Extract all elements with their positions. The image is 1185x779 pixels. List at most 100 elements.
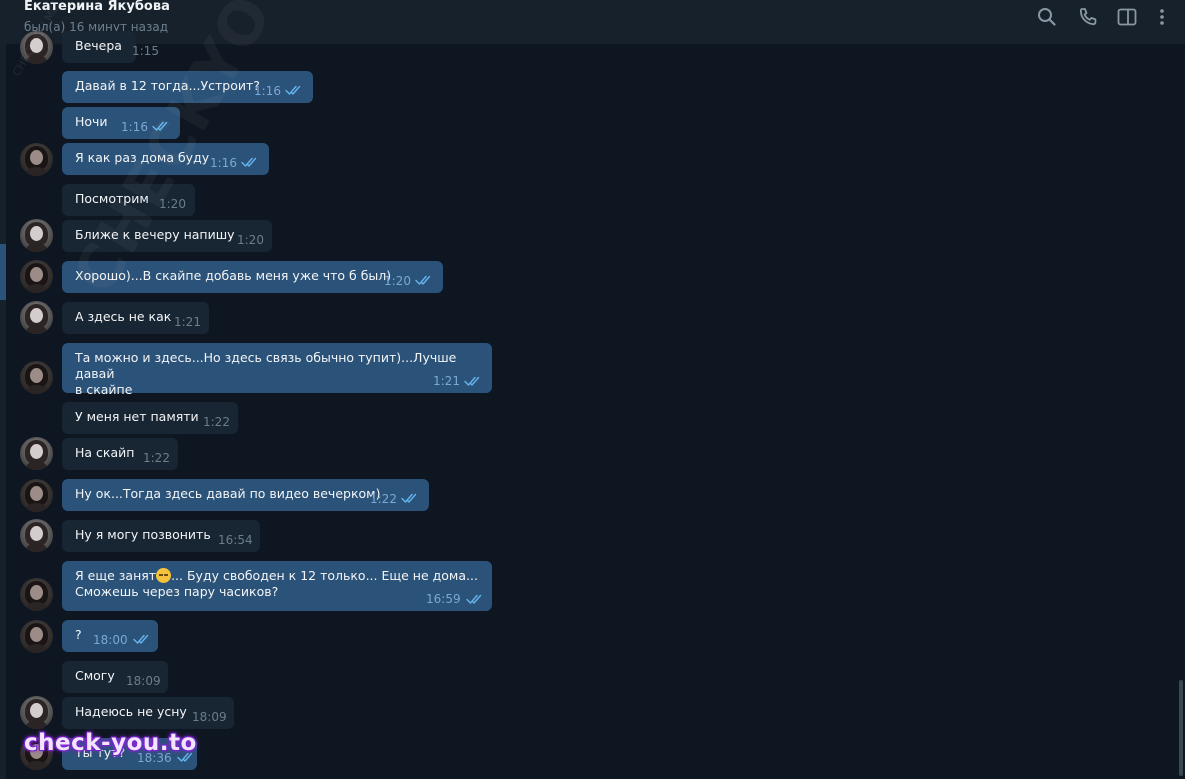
scrollbar-thumb[interactable] — [1179, 680, 1183, 776]
kebab-menu-icon — [1160, 9, 1164, 25]
outgoing-message-bubble[interactable]: Та можно и здесь...Но здесь связь обычно… — [62, 343, 492, 397]
incoming-message-bubble[interactable]: Ну я могу позвонить 16:54 — [62, 520, 260, 552]
incoming-message-bubble[interactable]: Смогу 18:09 — [62, 661, 168, 693]
message-text: Хорошо)...В скайпе добавь меня уже что б… — [75, 268, 392, 283]
contact-name[interactable]: Екатерина Якубова — [24, 0, 170, 15]
message-time: 1:20 — [237, 233, 264, 247]
message-text: Ближе к вечеру напишу — [75, 227, 235, 242]
chat-list-edge — [0, 44, 6, 779]
incoming-message-bubble[interactable]: Ближе к вечеру напишу 1:20 — [62, 220, 272, 252]
pensive-face-emoji-icon — [156, 568, 172, 583]
message-text: Надеюсь не усну — [75, 704, 187, 719]
message-text: Смогу — [75, 668, 115, 683]
read-ticks-icon — [152, 121, 168, 131]
message-time: 1:16 — [254, 84, 281, 98]
contact-avatar[interactable] — [20, 519, 53, 552]
message-text: ? — [75, 627, 82, 642]
message-time: 1:16 — [121, 120, 148, 134]
contact-avatar[interactable] — [20, 301, 53, 334]
message-time: 16:59 — [426, 592, 461, 606]
read-status — [401, 492, 419, 504]
own-avatar[interactable] — [20, 260, 53, 293]
message-time: 1:20 — [159, 197, 186, 211]
search-icon — [1038, 8, 1056, 26]
message-time: 18:09 — [192, 710, 227, 724]
message-time: 18:36 — [137, 751, 172, 765]
read-ticks-icon — [464, 376, 480, 386]
own-avatar[interactable] — [20, 737, 53, 770]
read-status — [466, 593, 484, 605]
contact-avatar[interactable] — [20, 696, 53, 729]
contact-avatar[interactable] — [20, 437, 53, 470]
contact-avatar[interactable] — [20, 31, 53, 64]
read-ticks-icon — [285, 85, 301, 95]
own-avatar[interactable] — [20, 620, 53, 653]
message-text: Та можно и здесь...Но здесь связь обычно… — [75, 350, 457, 397]
message-time: 1:15 — [132, 44, 159, 58]
message-text: У меня нет памяти — [75, 409, 199, 424]
own-avatar[interactable] — [20, 578, 53, 611]
read-ticks-icon — [415, 275, 431, 285]
message-time: 1:21 — [174, 315, 201, 329]
more-options-button[interactable] — [1150, 5, 1174, 29]
message-text: Ты тут? — [75, 745, 126, 760]
message-text: Ну ок...Тогда здесь давай по видео вечер… — [75, 486, 381, 501]
message-text: На скайп — [75, 445, 135, 460]
read-status — [177, 751, 195, 763]
message-text: Давай в 12 тогда...Устроит? — [75, 78, 260, 93]
message-time: 1:20 — [384, 274, 411, 288]
selected-chat-marker — [0, 244, 6, 300]
incoming-message-bubble[interactable]: У меня нет памяти 1:22 — [62, 402, 238, 434]
read-ticks-icon — [241, 157, 257, 167]
outgoing-message-bubble[interactable]: ? 18:00 — [62, 620, 158, 652]
call-button[interactable] — [1076, 5, 1100, 29]
outgoing-message-bubble[interactable]: Давай в 12 тогда...Устроит? 1:16 — [62, 71, 313, 103]
message-time: 1:22 — [203, 415, 230, 429]
message-text: Я еще занят... Буду свободен к 12 только… — [75, 568, 478, 600]
incoming-message-bubble[interactable]: Посмотрим 1:20 — [62, 184, 195, 216]
message-time: 18:00 — [93, 633, 128, 647]
outgoing-message-bubble[interactable]: Ну ок...Тогда здесь давай по видео вечер… — [62, 479, 429, 511]
read-status — [464, 375, 482, 387]
incoming-message-bubble[interactable]: А здесь не как 1:21 — [62, 302, 209, 334]
message-text: Ночи — [75, 114, 108, 129]
message-time: 16:54 — [218, 533, 253, 547]
read-ticks-icon — [401, 493, 417, 503]
read-ticks-icon — [177, 752, 193, 762]
outgoing-message-bubble[interactable]: Ночи 1:16 — [62, 107, 180, 139]
message-time: 1:16 — [210, 156, 237, 170]
incoming-message-bubble[interactable]: На скайп 1:22 — [62, 438, 178, 470]
message-text-part: Я еще занят — [75, 568, 157, 583]
message-text: А здесь не как — [75, 309, 172, 324]
message-text: Ну я могу позвонить — [75, 527, 211, 542]
message-time: 18:09 — [126, 674, 161, 688]
outgoing-message-bubble[interactable]: Ты тут? 18:36 — [62, 738, 197, 770]
read-status — [241, 156, 259, 168]
telegram-chat-window: Екатерина Якубова был(а) 16 минут назад — [0, 0, 1185, 779]
incoming-message-bubble[interactable]: Вечера 1:15 — [62, 31, 159, 63]
outgoing-message-bubble[interactable]: Я еще занят... Буду свободен к 12 только… — [62, 561, 492, 611]
sidebar-panel-icon — [1117, 8, 1137, 26]
read-ticks-icon — [466, 594, 482, 604]
outgoing-message-bubble[interactable]: Хорошо)...В скайпе добавь меня уже что б… — [62, 261, 443, 293]
message-text: Вечера — [75, 38, 122, 53]
read-status — [133, 633, 151, 645]
message-time: 1:22 — [370, 492, 397, 506]
message-time: 1:22 — [143, 451, 170, 465]
own-avatar[interactable] — [20, 143, 53, 176]
read-status — [152, 120, 170, 132]
own-avatar[interactable] — [20, 361, 53, 394]
own-avatar[interactable] — [20, 479, 53, 512]
message-time: 1:21 — [433, 374, 460, 388]
read-status — [285, 84, 303, 96]
message-text: Я как раз дома буду — [75, 150, 210, 165]
scrollbar-track[interactable] — [1177, 44, 1183, 779]
read-status — [415, 274, 433, 286]
outgoing-message-bubble[interactable]: Я как раз дома буду 1:16 — [62, 143, 269, 175]
sidebar-toggle-button[interactable] — [1115, 5, 1139, 29]
contact-avatar[interactable] — [20, 219, 53, 252]
message-text: Посмотрим — [75, 191, 149, 206]
search-button[interactable] — [1035, 5, 1059, 29]
incoming-message-bubble[interactable]: Надеюсь не усну 18:09 — [62, 697, 234, 729]
chat-header: Екатерина Якубова был(а) 16 минут назад — [0, 0, 1185, 45]
